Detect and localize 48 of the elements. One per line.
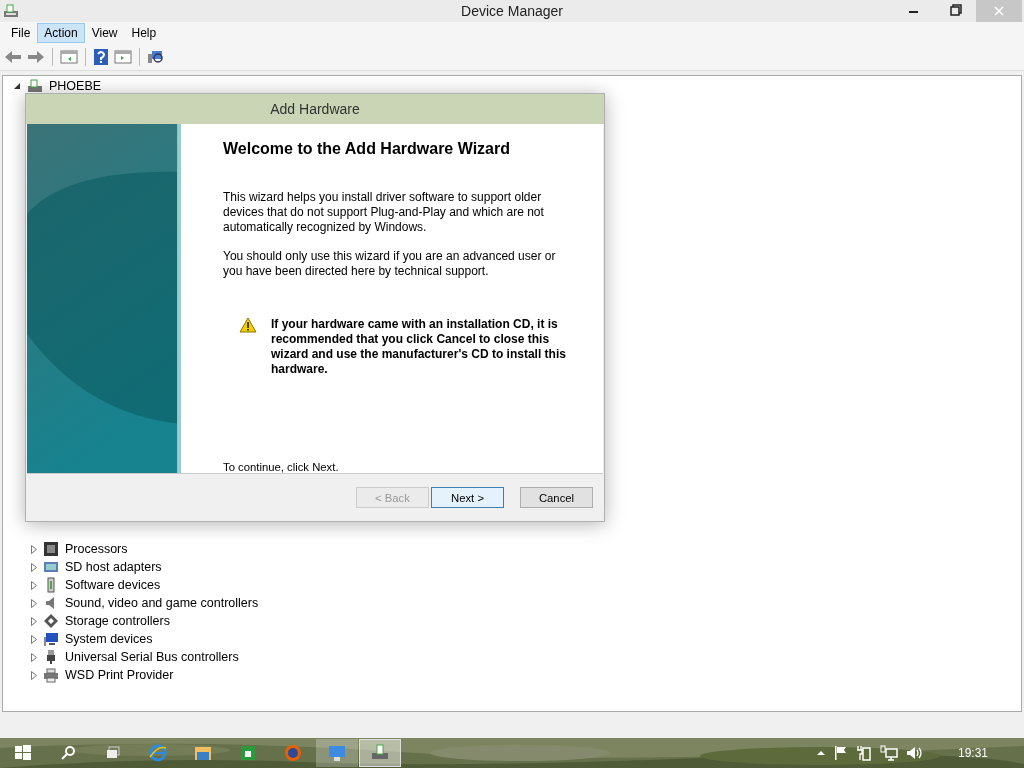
wizard-button[interactable]: Next >	[431, 487, 504, 508]
warning-text: If your hardware came with an installation CD, it is recommended that you click Cancel to close this wizard and use the manufacturer's CD to install this hardware.	[271, 317, 567, 377]
tree-item[interactable]: Processors	[65, 542, 128, 556]
tree-item[interactable]: PHOEBE	[49, 79, 102, 93]
storage-icon	[43, 613, 59, 629]
tree-item[interactable]: Storage controllers	[65, 614, 170, 628]
dialog-title: Add Hardware	[270, 101, 360, 117]
back-icon[interactable]	[4, 49, 22, 65]
show-hidden-icons-icon[interactable]	[815, 749, 826, 757]
printer-icon	[3, 3, 19, 19]
wizard-button[interactable]: Cancel	[520, 487, 593, 508]
menu-item[interactable]: File	[4, 23, 38, 43]
tree-item[interactable]: SD host adapters	[65, 560, 162, 574]
wizard-heading: Welcome to the Add Hardware Wizard	[223, 140, 511, 158]
menu-item[interactable]: Help	[124, 23, 164, 43]
description-text: You should only use this wizard if you are an advanced user or you have been directed here by technical support.	[223, 249, 557, 279]
forward-icon[interactable]	[27, 49, 45, 65]
computer-icon	[27, 78, 43, 94]
battery-icon[interactable]	[855, 745, 872, 761]
scan-hardware-icon[interactable]	[147, 49, 165, 65]
tree-item[interactable]: Universal Serial Bus controllers	[65, 650, 239, 664]
control-panel-icon[interactable]	[327, 743, 347, 763]
taskbar-button[interactable]	[359, 739, 401, 767]
window-title: Device Manager	[461, 3, 563, 19]
collapse-arrow-icon[interactable]	[13, 82, 21, 90]
adapter-card-icon	[43, 559, 59, 575]
flag-icon[interactable]	[833, 745, 848, 761]
monitor-icon	[43, 631, 59, 647]
tree-item[interactable]: WSD Print Provider	[65, 668, 174, 682]
network-icon[interactable]	[879, 745, 898, 761]
tree-item[interactable]: Sound, video and game controllers	[65, 596, 259, 610]
console-tree-icon[interactable]	[60, 49, 78, 65]
processor-icon	[43, 541, 59, 557]
action-pane-icon[interactable]	[114, 49, 132, 65]
menu-item[interactable]: View	[84, 23, 125, 43]
tree-item[interactable]: Software devices	[65, 578, 161, 592]
browser-icon[interactable]	[282, 743, 303, 763]
menu-item[interactable]: Action	[37, 23, 85, 43]
instruction-text: To continue, click Next.	[223, 461, 339, 473]
warning-icon	[239, 317, 257, 333]
description-text: This wizard helps you install driver software to support older devices that do not support Plug-and-Play and which are not automatically recognized by Windows.	[223, 190, 545, 235]
clock-text[interactable]: 19:31	[957, 746, 988, 760]
help-icon[interactable]	[93, 48, 109, 66]
printer-icon	[43, 667, 59, 683]
browser-icon[interactable]	[147, 743, 168, 763]
start-icon[interactable]	[12, 743, 33, 763]
speaker-icon[interactable]	[905, 745, 924, 761]
tree-item[interactable]: System devices	[65, 632, 153, 646]
